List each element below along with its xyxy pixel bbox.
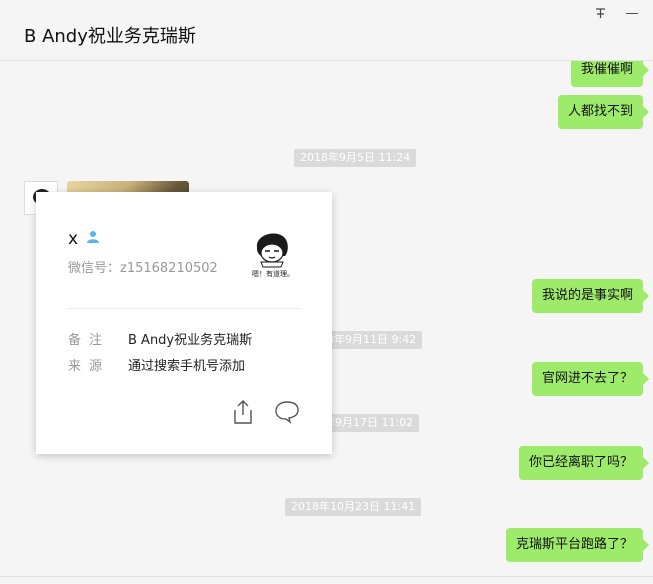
remark-value[interactable]: B Andy祝业务克瑞斯: [128, 329, 252, 348]
contact-profile-card: x 微信号：z15168210502 嗯！有道理。 备注 B Andy祝业务克瑞…: [36, 192, 332, 454]
sent-message[interactable]: 我说的是事实啊: [531, 279, 650, 313]
avatar-caption: 嗯！有道理。: [252, 269, 294, 278]
contact-name: x: [68, 229, 79, 249]
message-timestamp: 2018年10月23日 11:41: [285, 498, 422, 516]
remark-label: 备注: [68, 333, 111, 348]
sent-message[interactable]: 官网进不去了？: [531, 362, 650, 396]
chat-header: B Andy祝业务克瑞斯: [0, 0, 653, 61]
sent-message[interactable]: 你已经离职了吗？: [518, 446, 650, 480]
sent-message[interactable]: 我催催啊: [570, 61, 650, 87]
input-divider: [0, 576, 653, 577]
message-timestamp: 2018年9月5日 11:24: [294, 149, 417, 167]
chat-bubble-icon[interactable]: [274, 400, 300, 424]
gender-male-icon: [87, 231, 99, 243]
source-label: 来源: [68, 359, 111, 374]
sent-message[interactable]: 克瑞斯平台跑路了？: [505, 528, 650, 562]
wechat-id: 微信号：z15168210502: [68, 261, 218, 276]
pin-icon[interactable]: [593, 6, 607, 20]
source-value: 通过搜索手机号添加: [128, 359, 246, 374]
minimize-button[interactable]: —: [625, 6, 639, 20]
share-icon[interactable]: [232, 399, 254, 425]
chat-title: B Andy祝业务克瑞斯: [24, 26, 196, 47]
window-controls: —: [593, 0, 653, 24]
sent-message[interactable]: 人都找不到: [557, 95, 650, 129]
profile-avatar[interactable]: 嗯！有道理。: [243, 224, 303, 278]
profile-divider: [68, 308, 300, 309]
